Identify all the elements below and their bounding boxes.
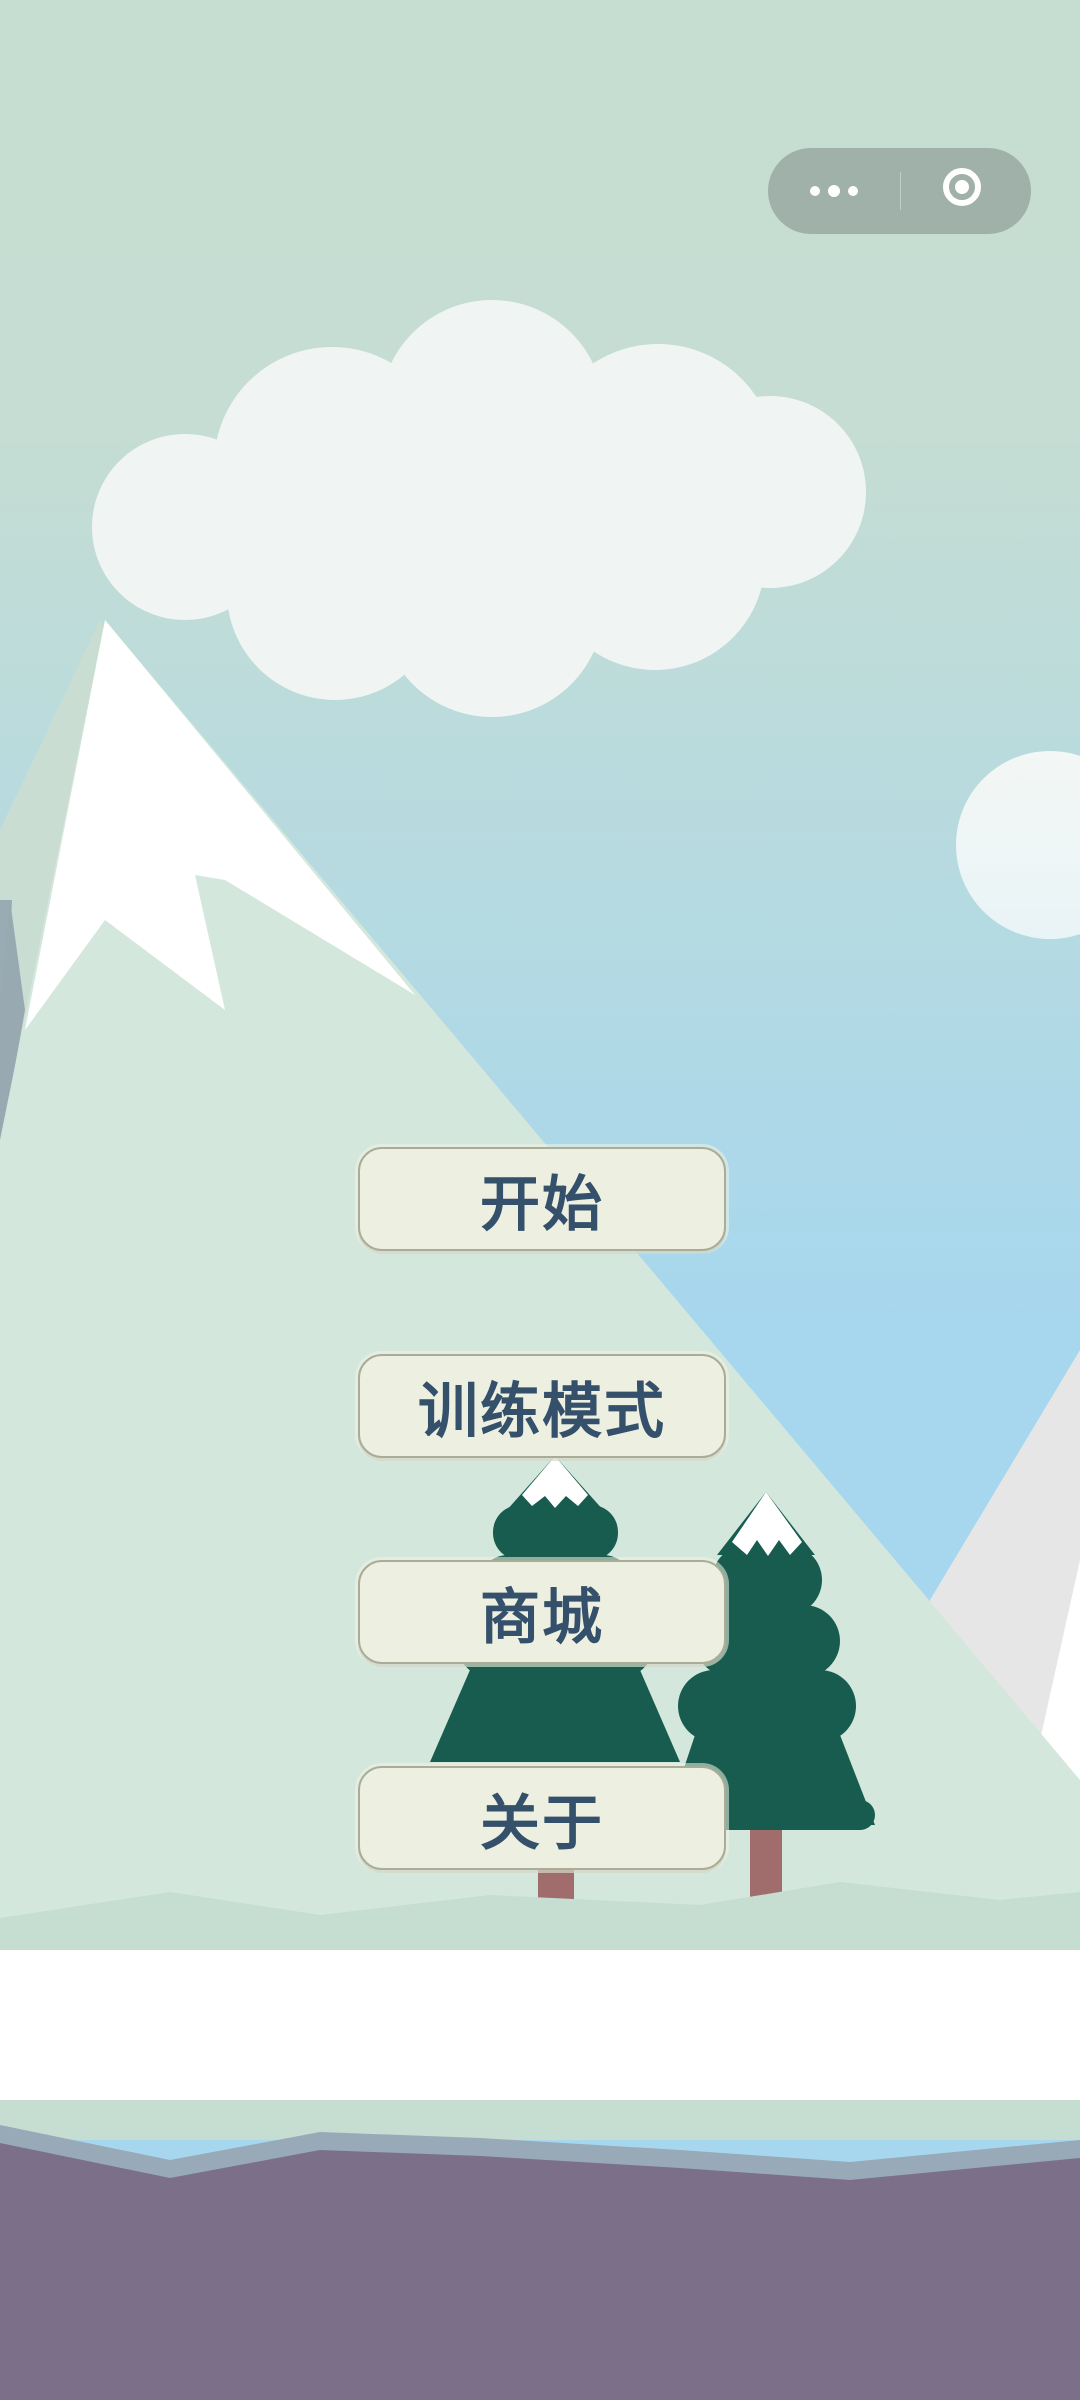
snow-band xyxy=(0,1950,1080,2100)
mini-program-capsule xyxy=(768,148,1031,234)
close-target-dot xyxy=(955,180,969,194)
ground-strip xyxy=(0,2100,1080,2140)
close-button[interactable] xyxy=(901,148,1031,234)
ground xyxy=(0,2143,1080,2400)
training-mode-button[interactable]: 训练模式 xyxy=(358,1354,726,1458)
shop-button[interactable]: 商城 xyxy=(358,1560,726,1664)
about-button[interactable]: 关于 xyxy=(358,1766,726,1870)
start-button[interactable]: 开始 xyxy=(358,1147,726,1251)
more-button[interactable] xyxy=(768,148,900,234)
